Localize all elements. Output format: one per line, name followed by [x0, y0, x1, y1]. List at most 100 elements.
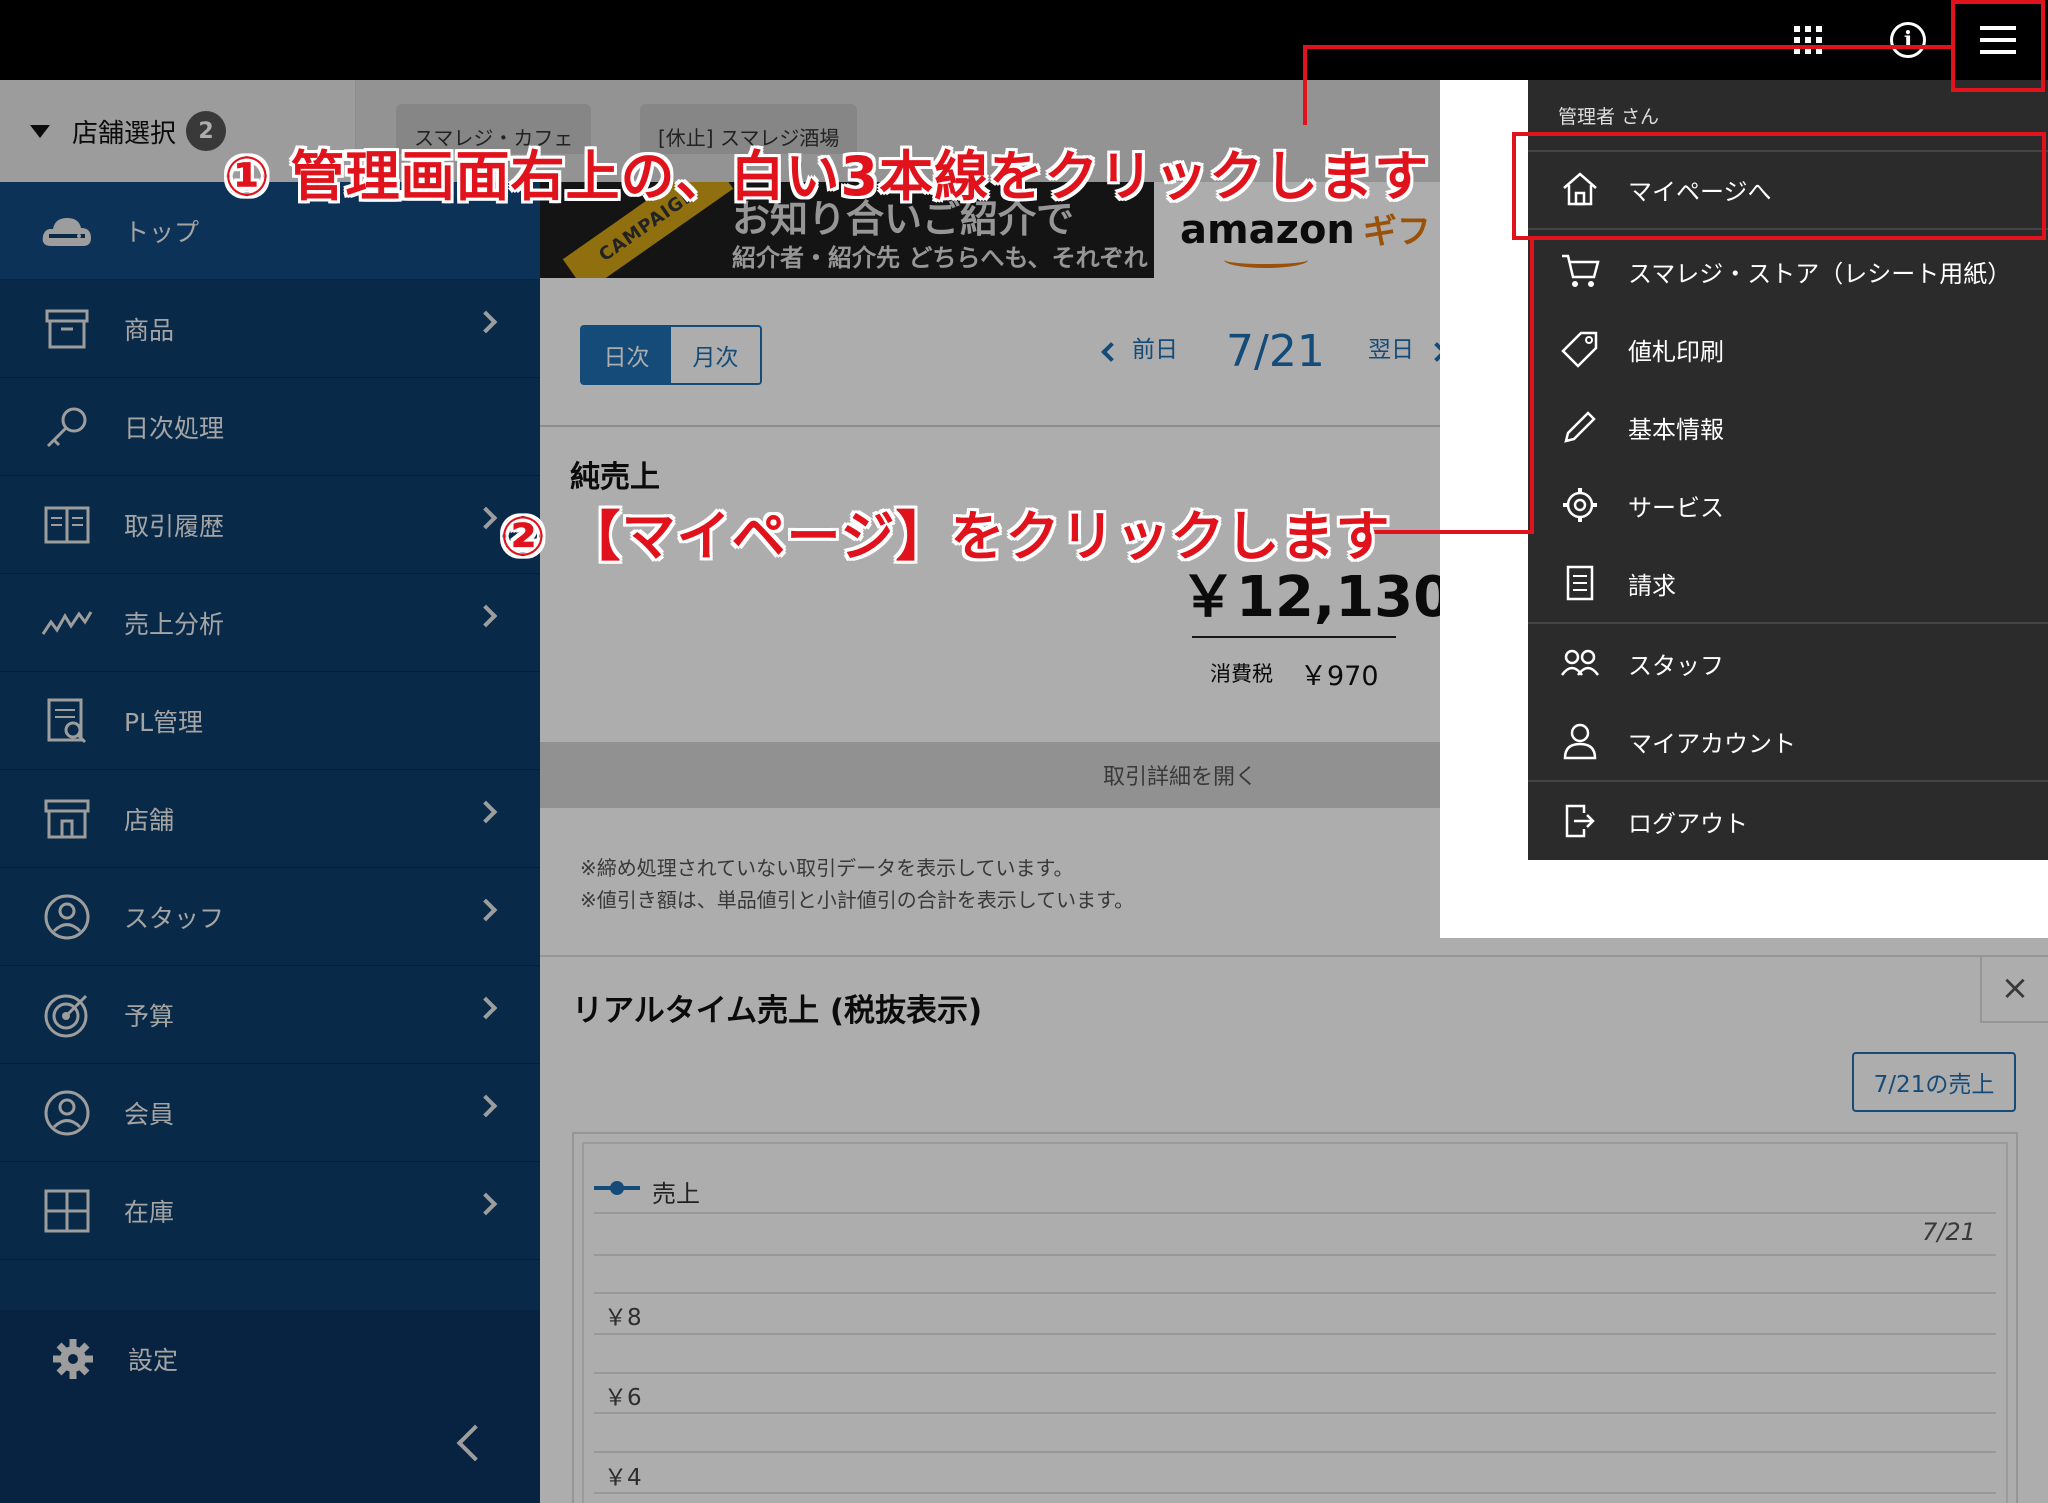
chart-gridline — [594, 1492, 1996, 1494]
menu-item-label: スタッフ — [1628, 651, 1724, 680]
sidebar-item-label: 在庫 — [124, 1197, 175, 1227]
net-sales-title: 純売上 — [570, 460, 660, 495]
note-unclosed: ※締め処理されていない取引データを表示しています。 — [580, 856, 1074, 880]
chevron-right-icon — [474, 996, 498, 1020]
prev-day-link[interactable]: 前日 — [1132, 330, 1178, 364]
menu-item-price-tag[interactable]: 値札印刷 — [1528, 310, 2048, 388]
group-icon — [1558, 641, 1602, 685]
annotation-step1: ① 管理画面右上の、白い3本線をクリックします — [224, 145, 1430, 208]
campaign-subline: 紹介者・紹介先 どちらへも、それぞれ — [732, 244, 1148, 272]
sidebar-item-label: 会員 — [124, 1099, 175, 1129]
amazon-smile-icon — [1224, 252, 1308, 268]
info-icon[interactable]: i — [1886, 18, 1930, 62]
gear-icon — [1558, 483, 1602, 527]
box-icon — [36, 302, 98, 356]
member-icon — [36, 1086, 98, 1140]
menu-item-label: ログアウト — [1628, 809, 1748, 838]
caret-down-icon — [30, 124, 50, 138]
chart-plot-area — [582, 1142, 2008, 1503]
current-user: 管理者 さん — [1558, 106, 1660, 128]
menu-item-staff[interactable]: スタッフ — [1528, 624, 2048, 702]
cart-icon — [1558, 249, 1602, 293]
sidebar-footer: 設定 — [0, 1310, 540, 1503]
sidebar-item-stores[interactable]: 店舗 — [0, 770, 540, 868]
chart-gridline — [594, 1451, 1996, 1453]
menu-item-services[interactable]: サービス — [1528, 466, 2048, 544]
chart-gridline — [594, 1372, 1996, 1374]
report-icon — [36, 694, 98, 748]
chart-gridline — [594, 1333, 1996, 1335]
sidebar-item-label: 日次処理 — [124, 413, 225, 443]
next-day-link[interactable]: 翌日 — [1368, 330, 1414, 364]
key-icon — [36, 400, 98, 454]
sidebar-item-pl[interactable]: PL管理 — [0, 672, 540, 770]
sidebar-item-label: 商品 — [124, 315, 175, 345]
chart-gridline — [594, 1412, 1996, 1414]
annotation-step2: ② 【マイページ】をクリックします — [500, 505, 1391, 568]
store-select-label: 店舗選択 — [72, 118, 177, 149]
sidebar-item-label: 予算 — [124, 1001, 175, 1031]
annotation-connector — [1530, 240, 1534, 534]
transaction-detail-bar[interactable]: 取引詳細を開く — [540, 742, 1440, 808]
chevron-right-icon — [474, 1192, 498, 1216]
sidebar-item-inventory[interactable]: 在庫 — [0, 1162, 540, 1260]
logout-icon — [1558, 799, 1602, 843]
chart-x-tick: 7/21 — [1922, 1218, 1976, 1246]
amazon-logo: amazonギフト券 — [1180, 204, 1440, 268]
chevron-right-icon — [474, 1094, 498, 1118]
annotation-connector — [1303, 45, 1951, 49]
sidebar-item-members[interactable]: 会員 — [0, 1064, 540, 1162]
menu-item-store[interactable]: スマレジ・ストア（レシート用紙） — [1528, 232, 2048, 310]
sidebar-item-label: スタッフ — [124, 903, 225, 933]
menu-item-label: スマレジ・ストア（レシート用紙） — [1628, 259, 2012, 288]
cloud-icon — [36, 204, 98, 258]
chart-y-tick: ￥8 — [604, 1305, 642, 1331]
sidebar-item-daily[interactable]: 日次処理 — [0, 378, 540, 476]
book-icon — [36, 498, 98, 552]
realtime-title: リアルタイム売上 (税抜表示) — [572, 993, 983, 1029]
menu-item-basic-info[interactable]: 基本情報 — [1528, 388, 2048, 466]
menu-item-billing[interactable]: 請求 — [1528, 544, 2048, 622]
settings-item[interactable]: 設定 — [0, 1310, 540, 1408]
close-icon[interactable]: × — [1980, 955, 2048, 1023]
sidebar-item-budget[interactable]: 予算 — [0, 966, 540, 1064]
menu-item-logout[interactable]: ログアウト — [1528, 782, 2048, 860]
chart-gridline — [594, 1212, 1996, 1214]
menu-item-my-account[interactable]: マイアカウント — [1528, 702, 2048, 780]
daily-sales-button[interactable]: 7/21の売上 — [1852, 1052, 2016, 1112]
sidebar-item-label: 取引履歴 — [124, 511, 225, 541]
divider — [540, 425, 1440, 427]
chevron-right-icon — [474, 506, 498, 530]
sidebar-item-label: 売上分析 — [124, 609, 225, 639]
sidebar-item-analytics[interactable]: 売上分析 — [0, 574, 540, 672]
sidebar-item-products[interactable]: 商品 — [0, 280, 540, 378]
annotation-highlight-menu — [1951, 0, 2045, 92]
sidebar-item-label: PL管理 — [124, 707, 204, 737]
period-toggle: 日次 月次 — [580, 325, 762, 385]
chevron-right-icon — [474, 604, 498, 628]
sidebar-item-transactions[interactable]: 取引履歴 — [0, 476, 540, 574]
transaction-detail-link[interactable]: 取引詳細を開く — [1103, 759, 1257, 791]
gear-icon — [42, 1332, 104, 1386]
sidebar-item-label: トップ — [124, 217, 200, 247]
menu-item-label: 値札印刷 — [1628, 337, 1724, 366]
apps-grid-icon[interactable] — [1794, 26, 1822, 54]
chart-gridline — [594, 1254, 1996, 1256]
note-discount: ※値引き額は、単品値引と小計値引の合計を表示しています。 — [580, 888, 1135, 912]
menu-item-label: 請求 — [1628, 571, 1676, 600]
person-icon — [36, 890, 98, 944]
store-count-badge: 2 — [186, 111, 227, 151]
sidebar: トップ 商品 日次処理 取引履歴 売上分析 PL管理 店舗 スタッフ 予算 会員… — [0, 182, 540, 1503]
sidebar-item-staff[interactable]: スタッフ — [0, 868, 540, 966]
chart-y-tick: ￥6 — [604, 1385, 642, 1411]
store-icon — [36, 792, 98, 846]
trend-icon — [36, 596, 98, 650]
tax-value: ￥970 — [1300, 661, 1379, 692]
top-bar: i — [0, 0, 2048, 80]
document-icon — [1558, 561, 1602, 605]
chevron-right-icon — [474, 800, 498, 824]
period-month-button[interactable]: 月次 — [671, 327, 760, 383]
sidebar-item-label: 店舗 — [124, 805, 175, 835]
user-icon — [1558, 719, 1602, 763]
period-day-button[interactable]: 日次 — [582, 327, 671, 383]
